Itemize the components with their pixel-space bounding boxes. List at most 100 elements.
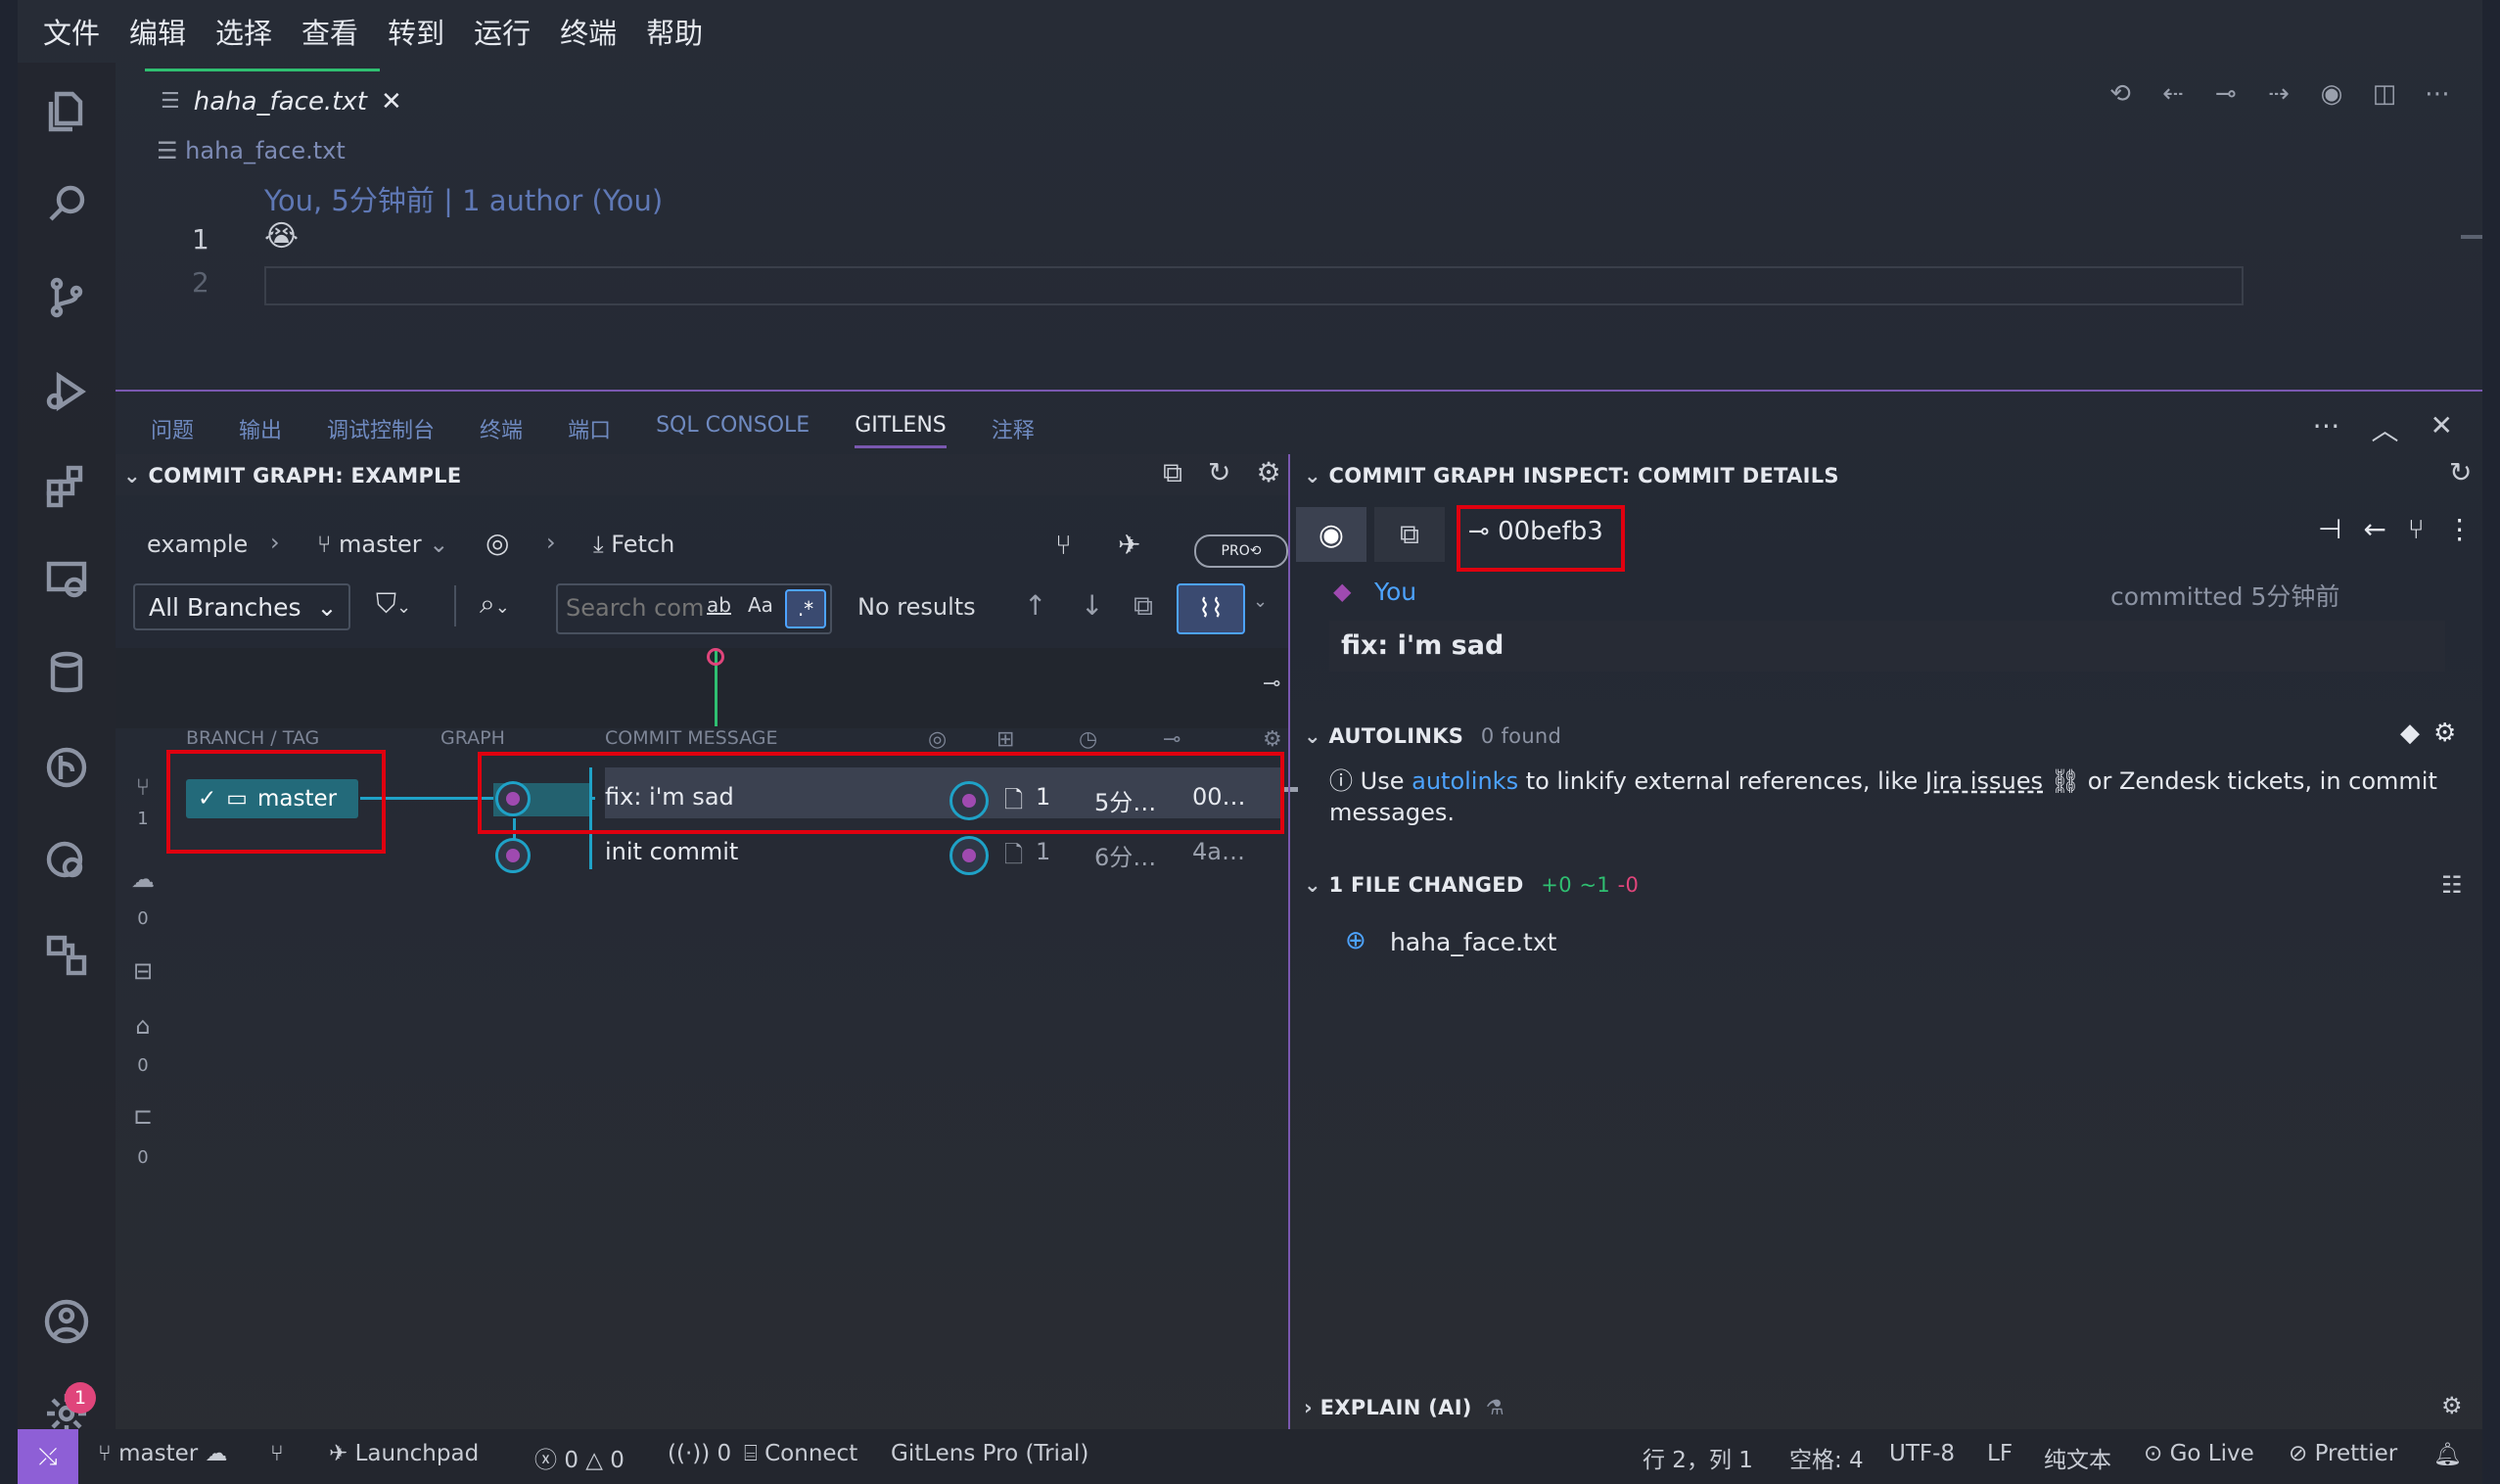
status-ports[interactable]: ((·)) 0 — [668, 1441, 731, 1466]
col-graph[interactable]: GRAPH — [440, 727, 505, 749]
chevron-down-icon[interactable]: ⌄ — [1253, 591, 1268, 612]
launchpad-icon[interactable]: ✈ — [1118, 529, 1140, 561]
search-icon[interactable] — [39, 176, 94, 231]
col-changes-icon[interactable]: ⊞ — [996, 727, 1014, 752]
menu-help[interactable]: 帮助 — [634, 11, 715, 52]
tab-problems[interactable]: 问题 — [151, 413, 194, 448]
gitlens-inspect-icon[interactable] — [39, 834, 94, 889]
extensions-icon[interactable] — [39, 458, 94, 513]
compare-icon[interactable]: ⑂ — [2408, 513, 2425, 545]
database-icon[interactable] — [39, 646, 94, 701]
run-debug-icon[interactable] — [39, 364, 94, 419]
close-icon[interactable]: ✕ — [381, 87, 402, 116]
menu-run[interactable]: 运行 — [462, 11, 542, 52]
search-icon[interactable]: ⌕⌄ — [480, 587, 510, 621]
menu-file[interactable]: 文件 — [31, 11, 112, 52]
remotes-icon[interactable]: ☁ — [125, 865, 161, 893]
minimap-toggle-icon[interactable]: ⌇⌇ — [1177, 583, 1245, 634]
pro-badge[interactable]: PRO ⟲ — [1194, 534, 1288, 568]
menu-selection[interactable]: 选择 — [204, 11, 284, 52]
remote-indicator-icon[interactable]: ⤯ — [18, 1429, 78, 1484]
branches-filter-select[interactable]: All Branches ⌄ — [133, 583, 350, 630]
back-icon[interactable]: ← — [2363, 513, 2385, 545]
author-avatar[interactable] — [949, 836, 989, 875]
close-panel-icon[interactable]: ✕ — [2431, 409, 2453, 448]
gitlens-icon[interactable] — [39, 740, 94, 795]
remote-repos-icon[interactable] — [39, 928, 94, 983]
more-actions-icon[interactable]: ⋯ — [2313, 409, 2340, 448]
filter-icon[interactable]: ⛉⌄ — [376, 587, 411, 621]
branches-icon[interactable]: ⑂ — [125, 773, 161, 801]
tags-icon[interactable]: ⌂ — [125, 1012, 161, 1040]
diamond-icon[interactable]: ◆ — [2400, 719, 2420, 748]
notifications-bell-icon[interactable]: 🔔︎ — [2433, 1441, 2462, 1467]
graph-minimap[interactable] — [116, 648, 1288, 728]
next-result-icon[interactable]: ↓ — [1081, 589, 1103, 622]
panel-split-divider[interactable] — [1288, 454, 1290, 1433]
settings-icon[interactable]: ⚙ — [2433, 719, 2456, 748]
account-icon[interactable] — [39, 1294, 94, 1349]
details-section-title[interactable]: ⌄ COMMIT GRAPH INSPECT: COMMIT DETAILS — [1304, 464, 1839, 487]
tab-debug-console[interactable]: 调试控制台 — [327, 413, 435, 448]
commit-sha[interactable]: 4a… — [1192, 838, 1245, 865]
history-icon[interactable]: ⟲ — [2105, 78, 2136, 110]
status-problems[interactable]: ⓧ 0 △ 0 — [534, 1441, 625, 1474]
ai-settings-icon[interactable]: ⚙ — [2441, 1392, 2463, 1419]
col-sha-icon[interactable]: ⊸ — [1163, 727, 1181, 752]
settings-icon[interactable]: ⚙ — [1256, 456, 1280, 489]
tab-terminal[interactable]: 终端 — [480, 413, 523, 448]
status-encoding[interactable]: UTF-8 — [1889, 1441, 1955, 1466]
status-position[interactable]: 行 2，列 1 — [1643, 1441, 1753, 1474]
search-input[interactable] — [564, 589, 705, 626]
breadcrumb[interactable]: ☰ haha_face.txt — [157, 137, 346, 164]
tab-gitlens[interactable]: GITLENS — [855, 413, 947, 448]
pin-icon[interactable]: ⊣ — [2318, 513, 2341, 545]
view-as-tree-icon[interactable]: ☷ — [2441, 871, 2463, 899]
commit-message[interactable]: init commit — [605, 838, 738, 865]
tab-ports[interactable]: 端口 — [568, 413, 611, 448]
remote-explorer-icon[interactable] — [39, 552, 94, 607]
changed-file[interactable]: haha_face.txt — [1390, 928, 1556, 956]
status-prettier[interactable]: ⊘ Prettier — [2289, 1441, 2397, 1466]
status-golive[interactable]: ⊙ Go Live — [2144, 1441, 2254, 1466]
maximize-panel-icon[interactable]: ︿ — [2372, 409, 2399, 448]
menu-edit[interactable]: 编辑 — [117, 11, 198, 52]
more-actions-icon[interactable]: ⋮ — [2446, 513, 2474, 545]
split-editor-icon[interactable]: ◫ — [2369, 78, 2400, 110]
previous-revision-icon[interactable]: ⇠ — [2157, 78, 2189, 110]
autolinks-link[interactable]: autolinks — [1412, 767, 1518, 795]
col-settings-icon[interactable]: ⚙ — [1263, 727, 1282, 752]
status-spaces[interactable]: 空格: 4 — [1789, 1441, 1864, 1474]
status-language[interactable]: 纯文本 — [2044, 1441, 2111, 1474]
line-text[interactable]: 😭 — [264, 219, 299, 254]
col-author-icon[interactable]: ◎ — [928, 727, 947, 752]
status-launchpad[interactable]: ✈ Launchpad — [329, 1441, 479, 1466]
commit-icon[interactable]: ⊸ — [2210, 78, 2242, 110]
commit-mode-icon[interactable]: ◉ — [1296, 507, 1366, 562]
worktrees-icon[interactable]: ⊏ — [125, 1102, 161, 1130]
author-name[interactable]: You — [1374, 578, 1416, 606]
explain-ai-header[interactable]: › EXPLAIN (AI) ⚗ — [1304, 1396, 1505, 1419]
tab-sql-console[interactable]: SQL CONSOLE — [656, 413, 810, 448]
stashes-icon[interactable]: ⊟ — [125, 957, 161, 985]
fetch-button[interactable]: ⤓ Fetch — [593, 531, 674, 558]
col-branch-tag[interactable]: BRANCH / TAG — [186, 727, 319, 749]
menu-terminal[interactable]: 终端 — [548, 11, 628, 52]
jira-link[interactable]: Jira issues — [1925, 767, 2043, 795]
autolinks-header[interactable]: ⌄ AUTOLINKS 0 found — [1304, 724, 1561, 748]
status-eol[interactable]: LF — [1987, 1441, 2013, 1466]
menu-view[interactable]: 查看 — [290, 11, 370, 52]
status-branch[interactable]: ⑂ master ☁ — [98, 1441, 228, 1466]
col-date-icon[interactable]: ◷ — [1079, 727, 1097, 752]
open-in-editor-icon[interactable]: ⧉ — [1163, 456, 1182, 489]
match-whole-word-toggle[interactable]: ab — [707, 593, 731, 617]
files-changed-header[interactable]: ⌄ 1 FILE CHANGED +0 ~1 -0 — [1304, 873, 1639, 897]
regex-toggle[interactable]: .* — [785, 589, 826, 628]
repo-name[interactable]: example — [147, 531, 248, 558]
col-commit-message[interactable]: COMMIT MESSAGE — [605, 727, 778, 749]
status-connect[interactable]: ⌸ Connect — [744, 1441, 857, 1466]
status-gitlens[interactable]: GitLens Pro (Trial) — [891, 1441, 1088, 1466]
previous-result-icon[interactable]: ↑ — [1024, 589, 1046, 622]
match-case-toggle[interactable]: Aa — [748, 593, 773, 617]
wip-mode-icon[interactable]: ⧉ — [1374, 507, 1445, 562]
